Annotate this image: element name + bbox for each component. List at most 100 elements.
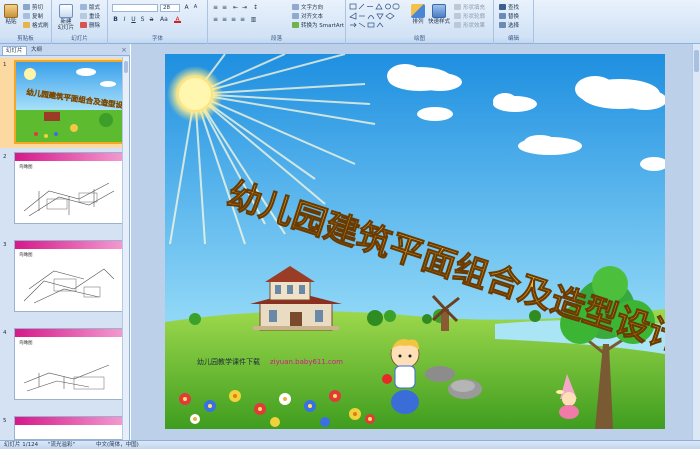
find-label: 查找: [508, 5, 520, 11]
reset-label: 重设: [89, 14, 101, 20]
copy-button[interactable]: 复制: [23, 12, 43, 20]
reset-button[interactable]: 重设: [80, 12, 100, 20]
align-text-button[interactable]: 对齐文本: [292, 12, 323, 20]
smartart-label: 转换为 SmartArt: [301, 23, 345, 29]
thumbnail-number: 1: [3, 62, 7, 68]
thumbnail-number: 5: [3, 418, 7, 424]
effects-icon: [454, 22, 461, 28]
font-group-label: 字体: [108, 35, 207, 43]
slides-group: 新建 幻灯片 版式 重设 删除 幻灯片: [52, 0, 108, 44]
editor-scrollbar[interactable]: [692, 44, 700, 440]
copy-icon: [23, 13, 30, 19]
paragraph-group: ≡ ≡ ⇤ ⇥ ↕ ≡ ≡ ≡ ≡ ▥ 文字方向 对齐文本 转换为 SmartA…: [208, 0, 346, 44]
increase-indent-icon[interactable]: ⇥: [241, 4, 248, 11]
layout-icon: [80, 4, 87, 10]
thumbnail-number: 3: [3, 242, 7, 248]
clipboard-group: 粘贴 剪切 复制 格式刷 剪贴板: [0, 0, 52, 44]
font-name-box[interactable]: [112, 4, 158, 12]
paragraph-group-label: 段落: [208, 35, 345, 43]
align-text-label: 对齐文本: [301, 14, 324, 20]
arrange-icon: [411, 4, 425, 18]
powerpoint-window: 粘贴 剪切 复制 格式刷 剪贴板 新建 幻灯片 版式 重设 删除 幻灯片 28 …: [0, 0, 700, 449]
language-indicator[interactable]: 中文(简体，中国): [96, 441, 139, 449]
find-button[interactable]: 查找: [499, 3, 519, 11]
thumbnail-1-art: 幼儿园建筑平面组合及造型设计: [24, 68, 122, 138]
arrange-button[interactable]: 排列: [410, 4, 426, 25]
strikethrough-icon[interactable]: a: [148, 16, 155, 23]
panel-tabs: 幻灯片 大纲 ×: [0, 44, 130, 56]
format-painter-button[interactable]: 格式刷: [23, 21, 49, 29]
bullets-icon[interactable]: ≡: [212, 4, 219, 11]
cut-button[interactable]: 剪切: [23, 3, 43, 11]
align-center-icon[interactable]: ≡: [221, 16, 228, 23]
thumbnail-preview: 鸟瞰图: [14, 152, 124, 224]
ribbon: 粘贴 剪切 复制 格式刷 剪贴板 新建 幻灯片 版式 重设 删除 幻灯片 28 …: [0, 0, 700, 44]
slide-artwork: 幼儿园建筑平面组合及造型设计 幼儿园教学课件下载 ziyuan.baby611.…: [165, 54, 665, 429]
clipboard-group-label: 剪贴板: [0, 35, 51, 43]
new-slide-label: 新建 幻灯片: [57, 19, 75, 31]
tab-slides[interactable]: 幻灯片: [2, 46, 27, 55]
bold-icon[interactable]: B: [112, 16, 119, 23]
close-icon[interactable]: ×: [121, 46, 127, 54]
smartart-button[interactable]: 转换为 SmartArt: [292, 21, 344, 29]
panel-scrollbar-thumb[interactable]: [124, 61, 128, 73]
thumbnail-caption: 鸟瞰图: [19, 341, 33, 346]
thumbnail-header-bar: [15, 241, 123, 249]
layout-label: 版式: [89, 5, 101, 11]
layout-button[interactable]: 版式: [80, 3, 100, 11]
replace-button[interactable]: 替换: [499, 12, 519, 20]
numbering-icon[interactable]: ≡: [221, 4, 228, 11]
panel-scrollbar[interactable]: [122, 57, 129, 440]
shape-effects-label: 形状效果: [463, 23, 486, 29]
thumbnail-header-bar: [15, 417, 123, 425]
decrease-indent-icon[interactable]: ⇤: [232, 4, 239, 11]
delete-label: 删除: [89, 23, 101, 29]
shapes-gallery[interactable]: [349, 3, 407, 31]
text-direction-icon: [292, 4, 299, 10]
align-left-icon[interactable]: ≡: [212, 16, 219, 23]
align-text-icon: [292, 13, 299, 19]
editing-group-label: 编辑: [494, 35, 533, 43]
slide-editor: 幼儿园建筑平面组合及造型设计 幼儿园教学课件下载 ziyuan.baby611.…: [131, 44, 700, 440]
paste-label: 粘贴: [5, 19, 17, 25]
paste-button[interactable]: 粘贴: [2, 4, 20, 25]
shape-fill-button[interactable]: 形状填充: [454, 3, 485, 11]
delete-button[interactable]: 删除: [80, 21, 100, 29]
italic-icon[interactable]: I: [121, 16, 128, 23]
text-direction-label: 文字方向: [301, 5, 324, 11]
shape-outline-button[interactable]: 形状轮廓: [454, 12, 485, 20]
new-slide-button[interactable]: 新建 幻灯片: [55, 4, 77, 31]
shadow-icon[interactable]: S: [139, 16, 146, 23]
tab-outline[interactable]: 大纲: [28, 46, 45, 55]
status-bar: 幻灯片 1/124 "流光溢彩" 中文(简体，中国): [0, 440, 700, 449]
shape-effects-button[interactable]: 形状效果: [454, 21, 485, 29]
quick-styles-button[interactable]: 快速样式: [428, 4, 450, 25]
current-slide[interactable]: 幼儿园建筑平面组合及造型设计 幼儿园教学课件下载 ziyuan.baby611.…: [165, 54, 665, 429]
thumbnail-4-sketch: [23, 364, 110, 392]
thumbnail-preview: 鸟瞰图: [14, 328, 124, 400]
clipboard-icon: [4, 4, 18, 18]
align-right-icon[interactable]: ≡: [230, 16, 237, 23]
footer-url[interactable]: ziyuan.baby611.com: [270, 358, 343, 366]
thumbnail-2-sketch: [23, 182, 115, 217]
smartart-icon: [292, 22, 299, 28]
thumbnail-caption: 鸟瞰图: [19, 165, 33, 170]
grow-font-icon[interactable]: A: [183, 4, 190, 11]
select-button[interactable]: 选择: [499, 21, 519, 29]
drawing-group-label: 绘图: [346, 35, 493, 43]
change-case-icon[interactable]: Aa: [160, 16, 168, 23]
font-color-icon[interactable]: A: [174, 16, 181, 23]
line-spacing-icon[interactable]: ↕: [252, 4, 259, 11]
editor-scrollbar-thumb[interactable]: [694, 50, 699, 72]
thumbnail-number: 2: [3, 154, 7, 160]
justify-icon[interactable]: ≡: [239, 16, 246, 23]
text-direction-button[interactable]: 文字方向: [292, 3, 323, 11]
shrink-font-icon[interactable]: A: [192, 4, 199, 11]
scissors-icon: [23, 4, 30, 10]
quick-styles-label: 快速样式: [428, 19, 451, 25]
font-size-box[interactable]: 28: [160, 4, 180, 12]
underline-icon[interactable]: U: [130, 16, 137, 23]
format-painter-label: 格式刷: [32, 23, 49, 29]
columns-icon[interactable]: ▥: [250, 16, 257, 23]
cursor-icon: [499, 22, 506, 28]
